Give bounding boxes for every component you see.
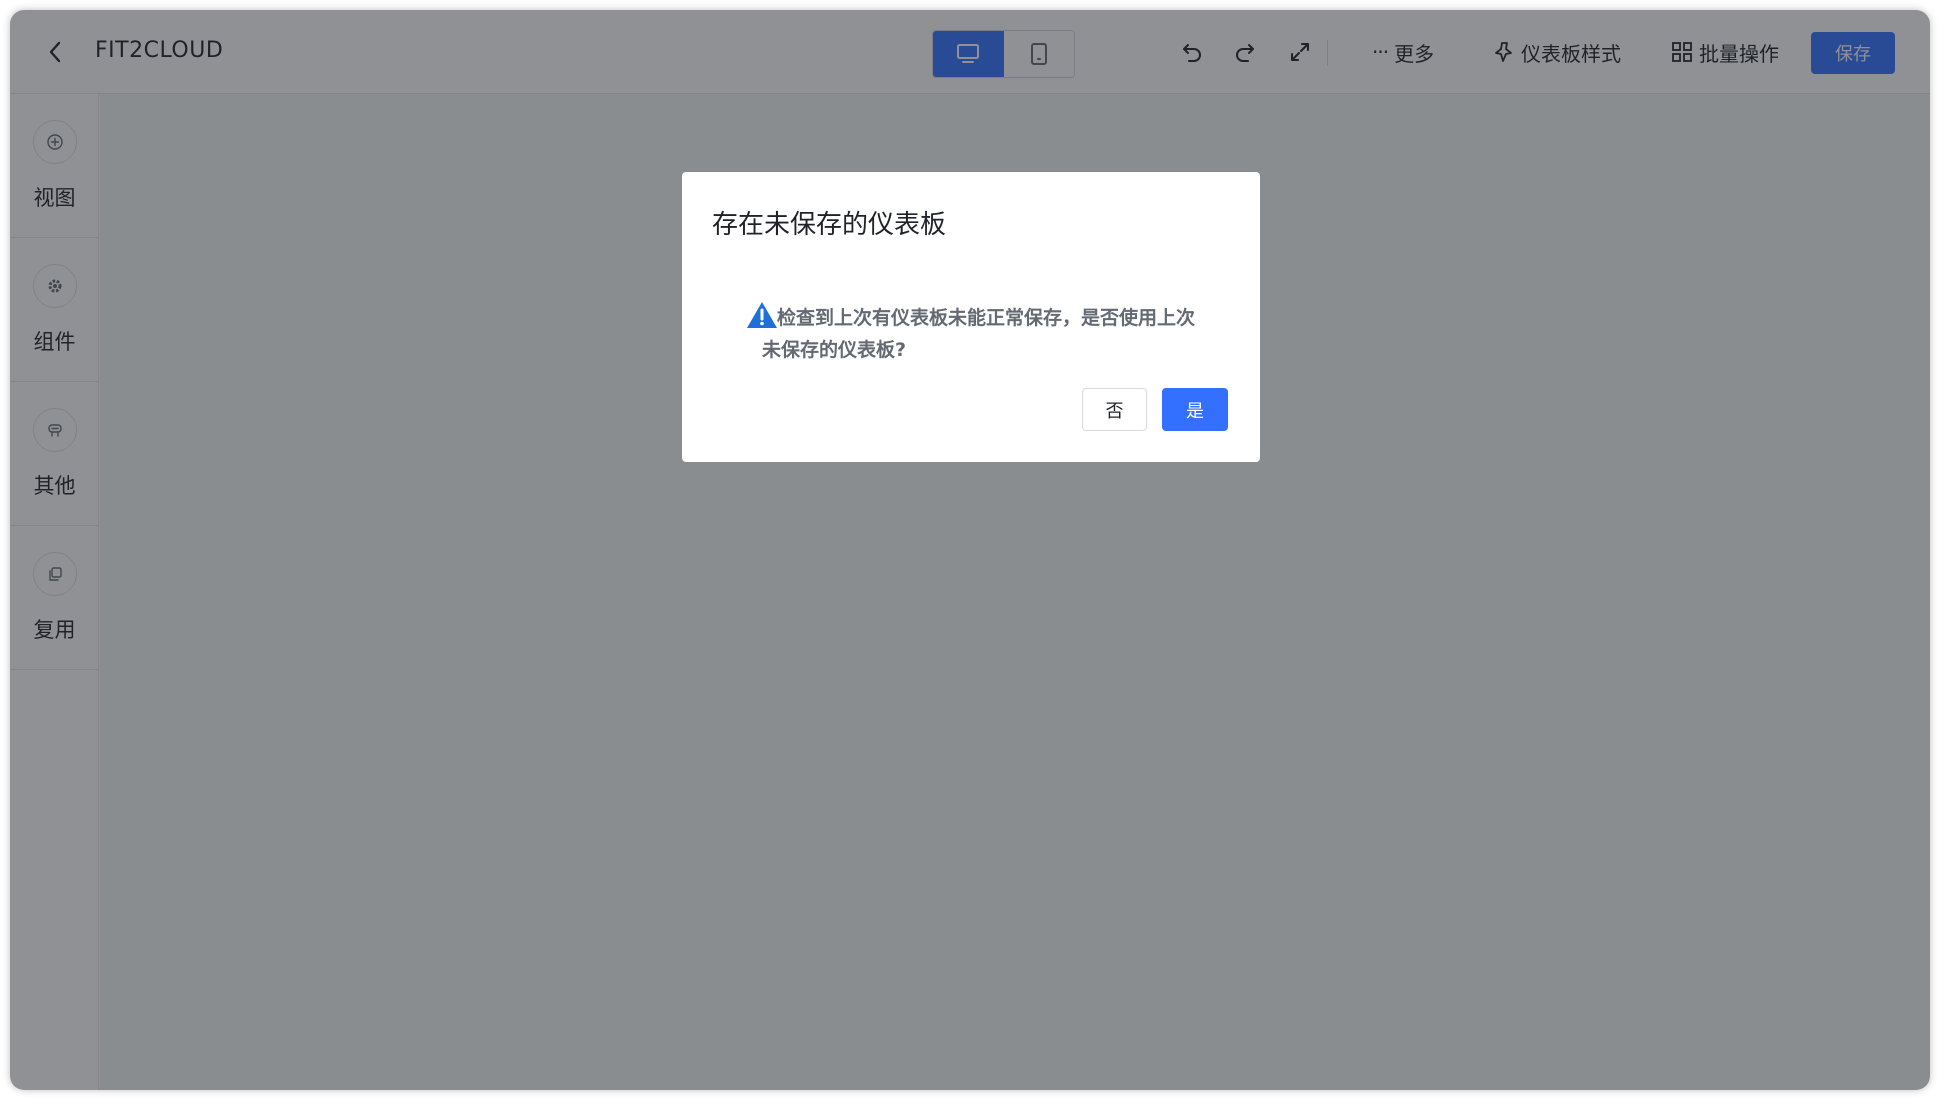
unsaved-dashboard-dialog: 存在未保存的仪表板 检查到上次有仪表板未能正常保存，是否使用上次 未保存的仪表板…	[682, 172, 1260, 462]
dialog-title: 存在未保存的仪表板	[712, 210, 947, 240]
dialog-message: 检查到上次有仪表板未能正常保存，是否使用上次 未保存的仪表板?	[762, 302, 1237, 366]
no-button[interactable]: 否	[1082, 388, 1147, 431]
warning-icon	[747, 302, 777, 328]
dialog-message-line: 未保存的仪表板?	[762, 339, 907, 361]
yes-button[interactable]: 是	[1162, 388, 1228, 431]
app-window: FIT2CLOUD	[10, 10, 1930, 1090]
dialog-message-line: 检查到上次有仪表板未能正常保存，是否使用上次	[777, 307, 1196, 329]
